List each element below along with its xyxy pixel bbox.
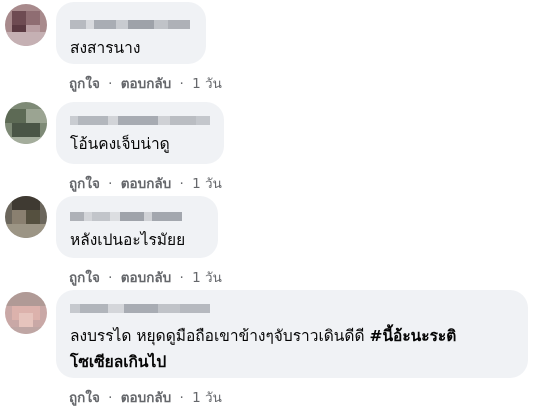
avatar[interactable] xyxy=(5,102,47,144)
comment-text: หลังเปนอะไรมัยย xyxy=(70,228,185,253)
like-button[interactable]: ถูกใจ xyxy=(69,390,100,406)
comment-timestamp[interactable]: 1 วัน xyxy=(192,390,222,406)
separator: · xyxy=(108,270,113,286)
separator: · xyxy=(179,270,184,286)
comment-text: สงสารนาง xyxy=(70,36,140,61)
like-button[interactable]: ถูกใจ xyxy=(69,270,100,286)
separator: · xyxy=(179,76,184,92)
comment: หลังเปนอะไรมัยย ถูกใจ · ตอบกลับ · 1 วัน xyxy=(0,192,556,292)
avatar[interactable] xyxy=(5,4,47,46)
separator: · xyxy=(179,390,184,406)
comment: ลงบรรได หยุดดูมือถือเขาข้างๆจับราวเดินดี… xyxy=(0,288,556,408)
comment-text: โอ้นคงเจ็บน่าดู xyxy=(70,132,170,157)
comment-text-line: โอ้นคงเจ็บน่าดู xyxy=(70,135,170,153)
comment-actions: ถูกใจ · ตอบกลับ · 1 วัน xyxy=(69,386,222,408)
commenter-name-blurred[interactable] xyxy=(70,212,182,221)
comment-text-line: ลงบรรได หยุดดูมือถือเขาข้างๆจับราวเดินดี… xyxy=(70,327,370,345)
like-button[interactable]: ถูกใจ xyxy=(69,76,100,92)
hashtag-link[interactable]: #นี้อ้ะนะระติ xyxy=(369,327,456,345)
comment-text-line: หลังเปนอะไรมัยย xyxy=(70,231,186,249)
avatar[interactable] xyxy=(5,292,47,334)
like-button[interactable]: ถูกใจ xyxy=(69,176,100,192)
hashtag-link-continuation[interactable]: โซเซียลเกินไป xyxy=(70,353,166,371)
comment-actions: ถูกใจ · ตอบกลับ · 1 วัน xyxy=(69,172,222,194)
separator: · xyxy=(108,76,113,92)
reply-button[interactable]: ตอบกลับ xyxy=(121,390,171,406)
commenter-name-blurred[interactable] xyxy=(70,116,210,125)
separator: · xyxy=(108,176,113,192)
avatar[interactable] xyxy=(5,196,47,238)
comment-timestamp[interactable]: 1 วัน xyxy=(192,176,222,192)
separator: · xyxy=(108,390,113,406)
commenter-name-blurred[interactable] xyxy=(70,20,190,29)
comment-bubble: หลังเปนอะไรมัยย xyxy=(56,196,218,258)
separator: · xyxy=(179,176,184,192)
reply-button[interactable]: ตอบกลับ xyxy=(121,270,171,286)
comment: โอ้นคงเจ็บน่าดู ถูกใจ · ตอบกลับ · 1 วัน xyxy=(0,96,556,196)
comment-bubble: สงสารนาง xyxy=(56,2,206,64)
comment-timestamp[interactable]: 1 วัน xyxy=(192,270,222,286)
reply-button[interactable]: ตอบกลับ xyxy=(121,76,171,92)
commenter-name-blurred[interactable] xyxy=(70,304,210,313)
comment-bubble: ลงบรรได หยุดดูมือถือเขาข้างๆจับราวเดินดี… xyxy=(56,290,528,378)
comment-bubble: โอ้นคงเจ็บน่าดู xyxy=(56,102,224,164)
comment: สงสารนาง ถูกใจ · ตอบกลับ · 1 วัน xyxy=(0,0,556,100)
comment-text: โซเซียลเกินไป xyxy=(70,350,166,375)
comment-text-line: สงสารนาง xyxy=(70,39,141,57)
comment-actions: ถูกใจ · ตอบกลับ · 1 วัน xyxy=(69,266,222,288)
comment-timestamp[interactable]: 1 วัน xyxy=(192,76,222,92)
comment-actions: ถูกใจ · ตอบกลับ · 1 วัน xyxy=(69,72,222,94)
comment-text: ลงบรรได หยุดดูมือถือเขาข้างๆจับราวเดินดี… xyxy=(70,324,456,349)
reply-button[interactable]: ตอบกลับ xyxy=(121,176,171,192)
